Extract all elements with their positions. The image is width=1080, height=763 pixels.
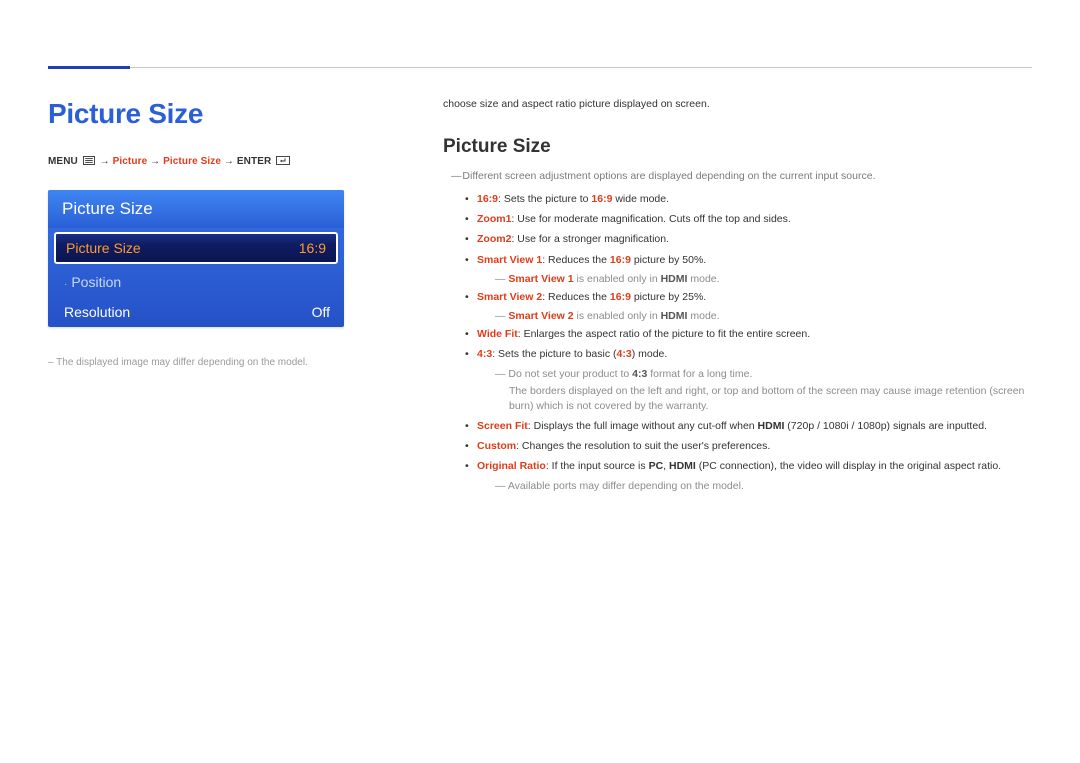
enter-icon: [276, 156, 290, 168]
osd-row-label: ·Position: [64, 274, 121, 290]
list-item: Wide Fit: Enlarges the aspect ratio of t…: [465, 327, 1032, 342]
breadcrumb-arrow: →: [100, 156, 110, 167]
top-note: Different screen adjustment options are …: [451, 170, 1032, 182]
list-item: Screen Fit: Displays the full image with…: [465, 419, 1032, 434]
option-key: Wide Fit: [477, 328, 518, 340]
breadcrumb-picture: Picture: [113, 156, 148, 167]
osd-row-label: Picture Size: [66, 240, 141, 256]
osd-row-label: Resolution: [64, 304, 130, 320]
sub-note-body: The borders displayed on the left and ri…: [509, 384, 1032, 414]
list-item: Zoom1: Use for moderate magnification. C…: [465, 212, 1032, 227]
cursor-icon: ·: [64, 279, 67, 290]
osd-row-value: Off: [312, 304, 330, 320]
list-item: Smart View 2: Reduces the 16:9 picture b…: [465, 290, 1032, 305]
sub-note: Smart View 1 is enabled only in HDMI mod…: [495, 273, 1032, 285]
options-list: 16:9: Sets the picture to 16:9 wide mode…: [465, 192, 1032, 492]
list-item: 4:3: Sets the picture to basic (4:3) mod…: [465, 347, 1032, 362]
option-key: Original Ratio: [477, 460, 546, 472]
sub-note: Smart View 2 is enabled only in HDMI mod…: [495, 310, 1032, 322]
breadcrumb-enter: ENTER: [237, 156, 271, 167]
osd-title: Picture Size: [48, 190, 344, 228]
breadcrumb-arrow: →: [224, 156, 234, 167]
option-key: 4:3: [477, 348, 492, 360]
option-key: Zoom1: [477, 213, 511, 225]
sub-note: Do not set your product to 4:3 format fo…: [495, 368, 1032, 380]
list-item: Custom: Changes the resolution to suit t…: [465, 439, 1032, 454]
menu-icon: [83, 156, 95, 168]
option-key: 16:9: [477, 193, 498, 205]
option-key: Smart View 2: [477, 291, 542, 303]
osd-row-value: 16:9: [299, 240, 326, 256]
option-key: Zoom2: [477, 233, 511, 245]
option-key: Screen Fit: [477, 420, 528, 432]
page-title: Picture Size: [48, 98, 403, 130]
breadcrumb-menu: MENU: [48, 156, 78, 167]
breadcrumb-picture-size: Picture Size: [163, 156, 221, 167]
list-item: Original Ratio: If the input source is P…: [465, 459, 1032, 474]
option-key: Custom: [477, 440, 516, 452]
left-footnote: The displayed image may differ depending…: [48, 357, 403, 368]
option-key: Smart View 1: [477, 254, 542, 266]
osd-row: Resolution Off: [48, 297, 344, 327]
list-item: Smart View 1: Reduces the 16:9 picture b…: [465, 253, 1032, 268]
osd-row: Picture Size 16:9: [54, 232, 338, 264]
section-title: Picture Size: [443, 136, 1032, 158]
list-item: Zoom2: Use for a stronger magnification.: [465, 232, 1032, 247]
breadcrumb-arrow: →: [150, 156, 160, 167]
breadcrumb: MENU → Picture → Picture Size → ENTER: [48, 156, 403, 168]
sub-note: Available ports may differ depending on …: [495, 480, 1032, 492]
intro-text: choose size and aspect ratio picture dis…: [443, 98, 1032, 110]
list-item: 16:9: Sets the picture to 16:9 wide mode…: [465, 192, 1032, 207]
osd-row: ·Position: [48, 267, 344, 297]
header-rule: [48, 66, 1032, 70]
osd-screenshot: Picture Size Picture Size 16:9 ·Position Re…: [48, 190, 344, 327]
